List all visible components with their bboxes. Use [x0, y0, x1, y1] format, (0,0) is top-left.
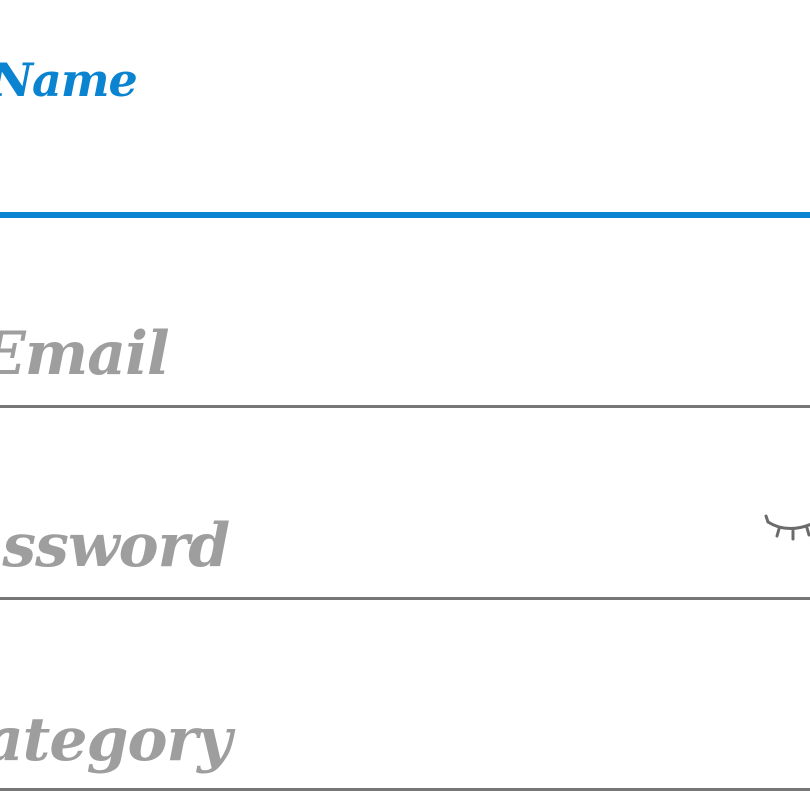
category-field-underline [0, 788, 810, 791]
signup-form: Name Email Password Category [0, 0, 810, 810]
email-field-underline [0, 405, 810, 408]
category-field[interactable]: Category [0, 600, 810, 810]
name-field[interactable]: Name [0, 0, 810, 220]
password-field[interactable]: Password [0, 410, 810, 600]
email-field-label: Email [0, 319, 170, 389]
category-field-label: Category [0, 705, 232, 775]
eye-closed-icon[interactable] [764, 510, 810, 546]
name-field-label: Name [0, 53, 138, 107]
email-field[interactable]: Email [0, 220, 810, 410]
password-field-label: Password [0, 511, 230, 581]
name-field-underline [0, 212, 810, 218]
